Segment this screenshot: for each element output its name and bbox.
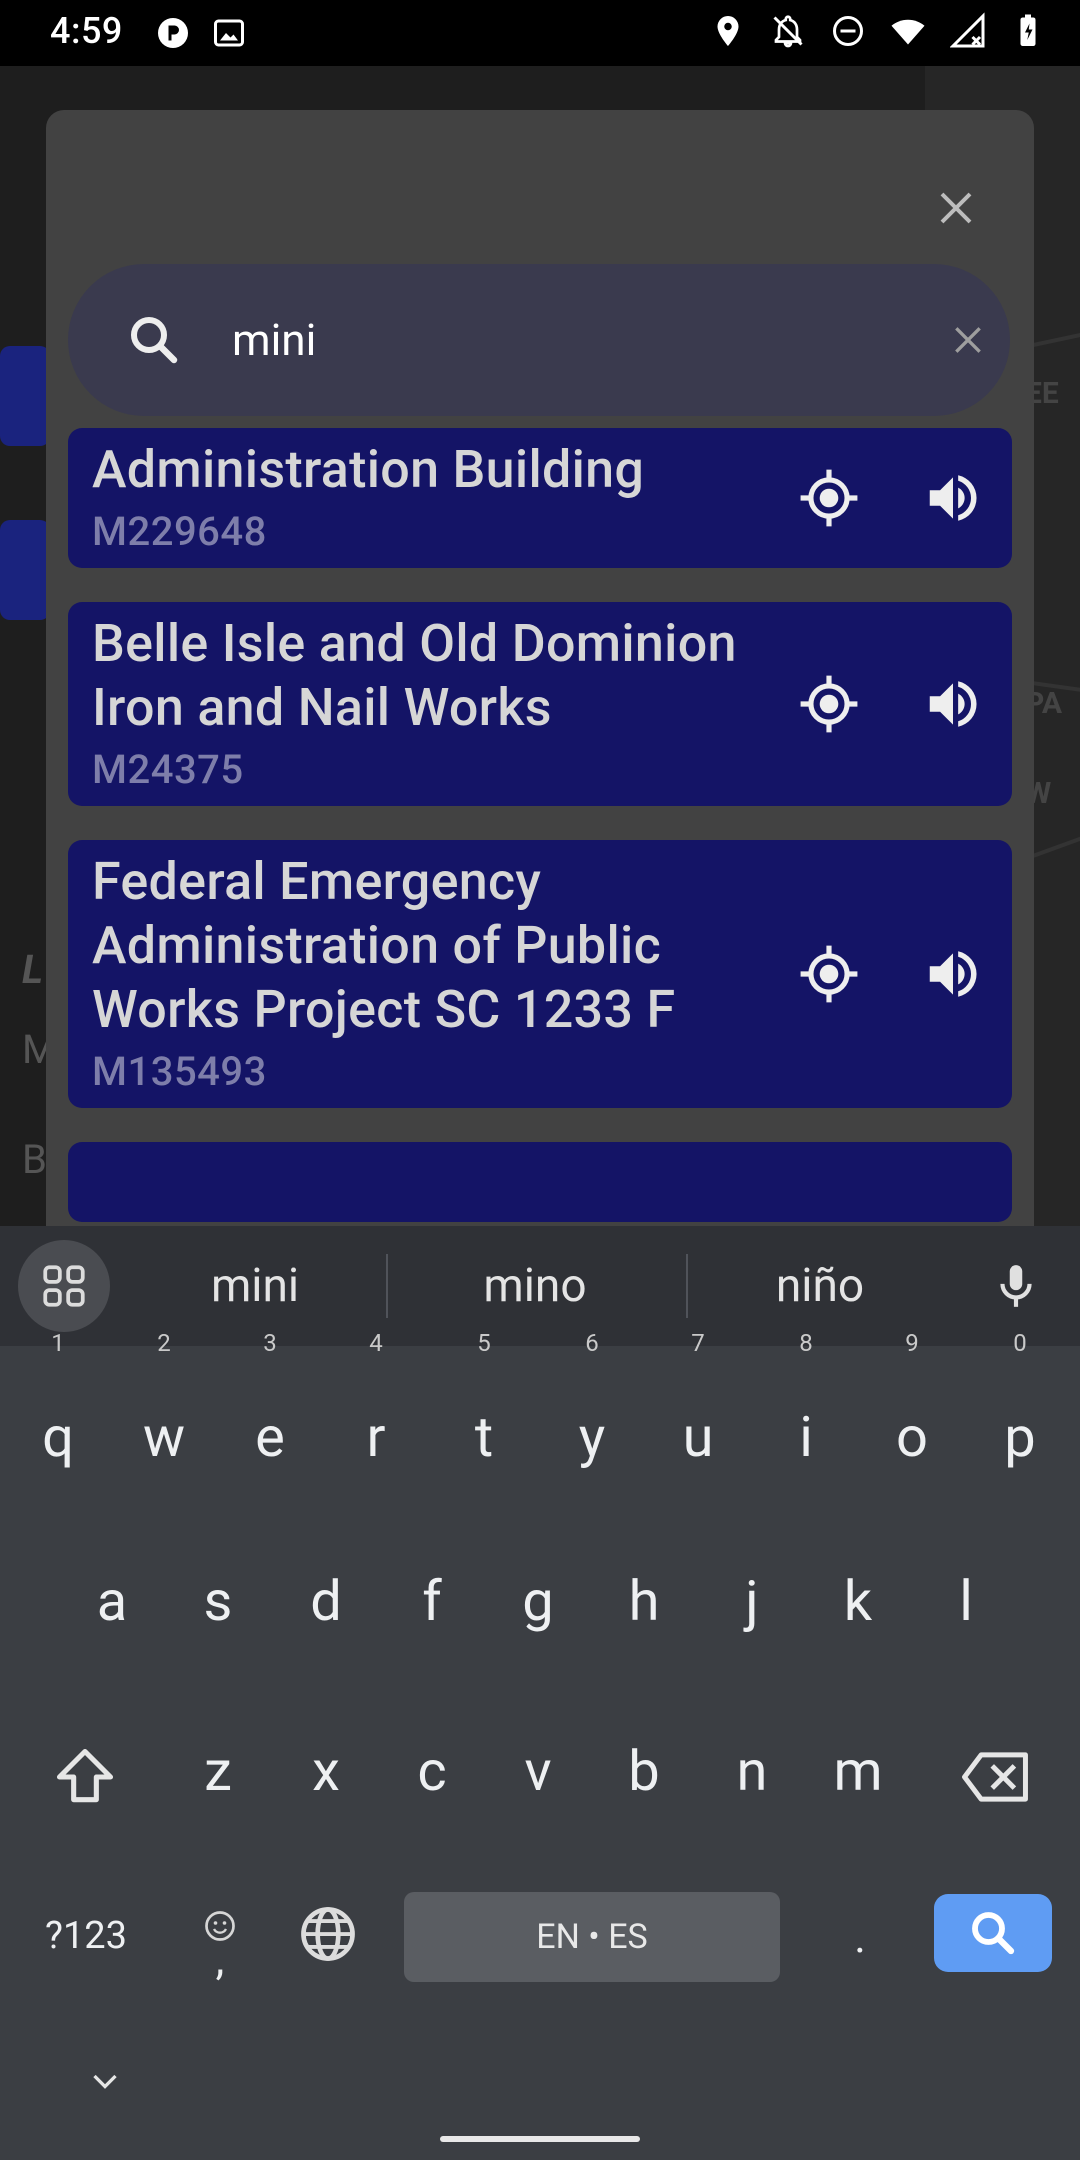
shift-key[interactable]: [40, 1732, 130, 1822]
status-bar: 4:59: [0, 0, 1080, 66]
key-i[interactable]: 8i: [766, 1329, 846, 1512]
clear-icon: [955, 327, 981, 353]
results-list: Administration Building M229648 Belle Is…: [68, 428, 1012, 1230]
search-key[interactable]: [934, 1894, 1052, 1972]
locate-button[interactable]: [794, 463, 864, 533]
search-input[interactable]: [232, 302, 852, 378]
key-v[interactable]: v: [498, 1706, 578, 1846]
background-text: L: [22, 946, 43, 993]
result-id: M24375: [92, 746, 244, 793]
result-title: Administration Building: [92, 439, 645, 500]
keyboard-menu-button[interactable]: [18, 1240, 110, 1332]
key-r[interactable]: 4r: [336, 1329, 416, 1512]
key-d[interactable]: d: [286, 1536, 366, 1676]
key-p[interactable]: 0p: [980, 1329, 1060, 1512]
close-icon: [940, 192, 972, 224]
home-indicator[interactable]: [440, 2136, 640, 2142]
backspace-icon: [962, 1752, 1028, 1802]
background-text: B: [22, 1136, 47, 1183]
gps-target-icon: [800, 675, 858, 733]
key-l[interactable]: l: [926, 1536, 1006, 1676]
key-x[interactable]: x: [286, 1706, 366, 1846]
comma-key[interactable]: ,: [180, 1886, 260, 1996]
bell-off-icon: [773, 15, 803, 48]
clear-search-button[interactable]: [938, 310, 998, 370]
key-g[interactable]: g: [498, 1536, 578, 1676]
result-card[interactable]: Administration Building M229648: [68, 428, 1012, 568]
space-key[interactable]: EN • ES: [404, 1892, 780, 1982]
volume-icon: [929, 951, 977, 997]
chevron-down-icon: [93, 2074, 117, 2089]
speak-button[interactable]: [918, 463, 988, 533]
key-o[interactable]: 9o: [872, 1329, 952, 1512]
microphone-icon: [1000, 1265, 1032, 1307]
battery-icon: [1020, 14, 1036, 46]
grid-icon: [43, 1265, 85, 1307]
key-h[interactable]: h: [604, 1536, 684, 1676]
language-key[interactable]: [288, 1894, 368, 1974]
key-m[interactable]: m: [818, 1706, 898, 1846]
photo-icon: [214, 19, 244, 47]
key-q[interactable]: 1q: [18, 1329, 98, 1512]
close-button[interactable]: [916, 168, 996, 248]
location-icon: [717, 16, 739, 46]
status-time: 4:59: [50, 10, 123, 52]
volume-icon: [929, 681, 977, 727]
shift-icon: [56, 1748, 114, 1803]
key-y[interactable]: 6y: [552, 1329, 632, 1512]
backspace-key[interactable]: [950, 1732, 1040, 1822]
key-j[interactable]: j: [712, 1536, 792, 1676]
search-icon: [131, 317, 178, 364]
wifi-icon: [891, 19, 925, 45]
voice-input-button[interactable]: [984, 1254, 1048, 1318]
key-u[interactable]: 7u: [658, 1329, 738, 1512]
result-id: M135493: [92, 1048, 267, 1095]
key-n[interactable]: n: [712, 1706, 792, 1846]
locate-button[interactable]: [794, 669, 864, 739]
key-t[interactable]: 5t: [444, 1329, 524, 1512]
background-tab: [0, 346, 50, 446]
search-dialog: Administration Building M229648: [46, 110, 1034, 1230]
locate-button[interactable]: [794, 939, 864, 1009]
search-icon: [972, 1912, 1015, 1955]
result-card[interactable]: Federal Emergency Administration of Publ…: [68, 840, 1012, 1108]
key-c[interactable]: c: [392, 1706, 472, 1846]
keyboard: mini mino niño 1q 2w 3e 4r 5t 6y 7u 8i 9…: [0, 1226, 1080, 2160]
speak-button[interactable]: [918, 939, 988, 1009]
comma-label: ,: [215, 1933, 225, 1985]
gps-target-icon: [800, 469, 858, 527]
result-title: Belle Isle and Old Dominion Iron and Nai…: [92, 613, 737, 738]
hide-keyboard-button[interactable]: [80, 2062, 130, 2102]
gps-target-icon: [800, 945, 858, 1003]
key-w[interactable]: 2w: [124, 1329, 204, 1512]
signal-icon: [950, 12, 985, 48]
key-b[interactable]: b: [604, 1706, 684, 1846]
key-z[interactable]: z: [178, 1706, 258, 1846]
background-tab: [0, 520, 50, 620]
key-f[interactable]: f: [392, 1536, 472, 1676]
key-k[interactable]: k: [818, 1536, 898, 1676]
volume-icon: [929, 475, 977, 521]
result-card[interactable]: [68, 1142, 1012, 1222]
key-s[interactable]: s: [178, 1536, 258, 1676]
media-icon: [158, 18, 188, 48]
key-e[interactable]: 3e: [230, 1329, 310, 1512]
search-bar[interactable]: [68, 264, 1010, 416]
result-card[interactable]: Belle Isle and Old Dominion Iron and Nai…: [68, 602, 1012, 806]
result-title: Federal Emergency Administration of Publ…: [92, 851, 676, 1040]
speak-button[interactable]: [918, 669, 988, 739]
symbols-key[interactable]: ?123: [36, 1896, 136, 1976]
dnd-icon: [833, 16, 863, 46]
key-a[interactable]: a: [72, 1536, 152, 1676]
globe-icon: [301, 1907, 355, 1961]
period-key[interactable]: .: [820, 1892, 900, 1982]
